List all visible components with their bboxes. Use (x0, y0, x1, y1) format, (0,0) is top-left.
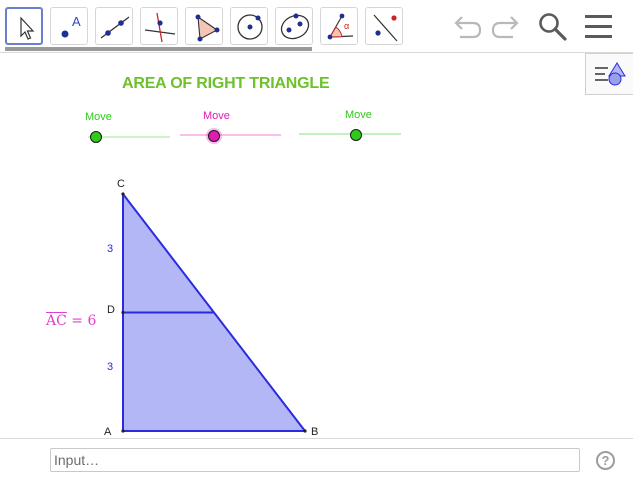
input-bar: ? (0, 438, 633, 484)
help-button[interactable]: ? (596, 451, 615, 470)
toolbar: A α (0, 0, 633, 52)
ac-segment-name: AC (46, 313, 67, 329)
point-d[interactable] (121, 310, 125, 315)
perpendicular-line-tool-button[interactable] (140, 7, 178, 45)
polygon-tool-icon (195, 14, 220, 42)
point-tool-button[interactable]: A (50, 7, 88, 45)
slider-1[interactable] (88, 131, 170, 143)
polygon-tool-button[interactable] (185, 7, 223, 45)
line-tool-icon (100, 16, 130, 39)
input-field[interactable] (50, 448, 580, 472)
segment-cd-label: 3 (107, 243, 113, 255)
move-tool-icon (20, 16, 35, 40)
point-d-label: D (107, 304, 115, 316)
slider-1-handle[interactable] (90, 131, 102, 143)
svg-text:α: α (344, 21, 349, 31)
point-b-label: B (311, 426, 318, 438)
slider-3-label: Move (345, 109, 372, 121)
angle-tool-icon: α (327, 13, 354, 40)
reflect-tool-button[interactable] (365, 7, 403, 45)
line-tool-button[interactable] (95, 7, 133, 45)
point-c[interactable] (121, 192, 125, 196)
slider-2-label: Move (203, 110, 230, 122)
perpendicular-line-tool-icon (144, 12, 176, 43)
redo-icon[interactable] (488, 12, 522, 42)
slider-3[interactable] (299, 129, 401, 141)
segment-da-label: 3 (107, 361, 113, 373)
point-a-label: A (104, 426, 112, 438)
slider-2-handle[interactable] (208, 130, 220, 142)
point-c-label: C (117, 178, 125, 190)
point-b[interactable] (303, 429, 307, 433)
point-a[interactable] (121, 429, 125, 433)
search-icon[interactable] (535, 10, 569, 44)
svg-text:A: A (72, 14, 81, 29)
ac-segment-value: = 6 (66, 313, 97, 329)
circle-tool-icon (237, 14, 263, 40)
algebra-view-toggle[interactable] (585, 53, 633, 95)
reflect-tool-icon (373, 14, 398, 42)
move-tool-button[interactable] (5, 7, 43, 45)
ac-length-label: AC = 6 (46, 313, 96, 329)
menu-icon[interactable] (583, 12, 615, 42)
slider-1-label: Move (85, 111, 112, 123)
circle-tool-button[interactable] (230, 7, 268, 45)
slider-2[interactable] (180, 128, 281, 144)
point-tool-icon: A (61, 14, 81, 38)
algebra-view-icon (595, 62, 626, 86)
conic-tool-icon (280, 13, 310, 40)
toolbar-scrollbar[interactable] (5, 47, 312, 51)
undo-icon[interactable] (451, 12, 485, 42)
page-title: AREA OF RIGHT TRIANGLE (122, 75, 330, 92)
slider-3-handle[interactable] (350, 129, 362, 141)
angle-tool-button[interactable]: α (320, 7, 358, 45)
conic-tool-button[interactable] (275, 7, 313, 45)
